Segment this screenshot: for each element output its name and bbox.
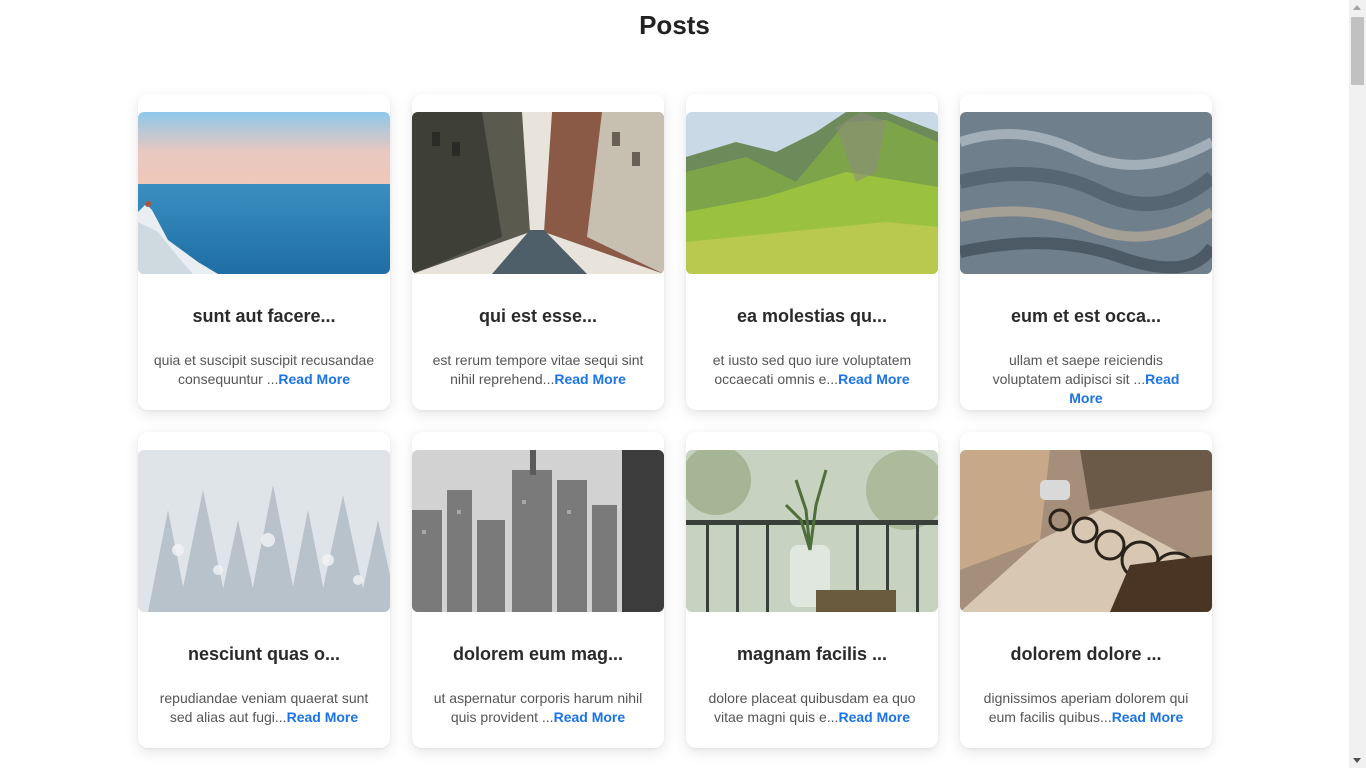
post-excerpt: dolore placeat quibusdam ea quo vitae ma… (700, 689, 924, 727)
post-card[interactable]: magnam facilis ... dolore placeat quibus… (686, 432, 938, 748)
post-excerpt: repudiandae veniam quaerat sunt sed alia… (152, 689, 376, 727)
post-excerpt-text: ullam et saepe reiciendis voluptatem adi… (992, 352, 1164, 387)
post-card[interactable]: qui est esse... est rerum tempore vitae … (412, 94, 664, 410)
post-title: nesciunt quas o... (187, 644, 341, 664)
post-excerpt: dignissimos aperiam dolorem qui eum faci… (974, 689, 1198, 727)
scrollbar-thumb[interactable] (1351, 17, 1364, 85)
read-more-link[interactable]: Read More (838, 709, 910, 725)
post-card[interactable]: sunt aut facere... quia et suscipit susc… (138, 94, 390, 410)
water-texture-image[interactable] (960, 112, 1212, 274)
scroll-up-icon[interactable] (1353, 5, 1361, 10)
read-more-link[interactable]: Read More (554, 709, 626, 725)
vertical-scrollbar[interactable] (1349, 0, 1366, 768)
post-excerpt: est rerum tempore vitae sequi sint nihil… (426, 351, 650, 389)
post-excerpt: et iusto sed quo iure voluptatem occaeca… (700, 351, 924, 389)
post-title: sunt aut facere... (192, 306, 336, 326)
posts-grid: sunt aut facere... quia et suscipit susc… (138, 94, 1212, 748)
post-excerpt: quia et suscipit suscipit recusandae con… (152, 351, 376, 389)
bicycle-street-image[interactable] (960, 450, 1212, 612)
post-card[interactable]: nesciunt quas o... repudiandae veniam qu… (138, 432, 390, 748)
read-more-link[interactable]: Read More (838, 371, 910, 387)
scroll-down-icon[interactable] (1353, 758, 1361, 763)
snowy-forest-image[interactable] (138, 450, 390, 612)
post-card[interactable]: dolorem eum mag... ut aspernatur corpori… (412, 432, 664, 748)
post-excerpt: ut aspernatur corporis harum nihil quis … (426, 689, 650, 727)
read-more-link[interactable]: Read More (287, 709, 359, 725)
city-street-image[interactable] (412, 112, 664, 274)
post-title: dolorem dolore ... (1010, 644, 1162, 664)
post-card[interactable]: dolorem dolore ... dignissimos aperiam d… (960, 432, 1212, 748)
read-more-link[interactable]: Read More (278, 371, 350, 387)
balcony-plant-image[interactable] (686, 450, 938, 612)
post-card[interactable]: ea molestias qu... et iusto sed quo iure… (686, 94, 938, 410)
post-title: eum et est occa... (1010, 306, 1162, 326)
read-more-link[interactable]: Read More (554, 371, 626, 387)
page-title: Posts (639, 10, 710, 40)
green-mountain-image[interactable] (686, 112, 938, 274)
post-title: ea molestias qu... (736, 306, 888, 326)
post-title: dolorem eum mag... (452, 644, 624, 664)
read-more-link[interactable]: Read More (1112, 709, 1184, 725)
post-card[interactable]: eum et est occa... ullam et saepe reicie… (960, 94, 1212, 410)
post-excerpt: ullam et saepe reiciendis voluptatem adi… (974, 351, 1198, 408)
city-skyline-image[interactable] (412, 450, 664, 612)
sea-cliff-image[interactable] (138, 112, 390, 274)
post-title: magnam facilis ... (736, 644, 888, 664)
post-title: qui est esse... (478, 306, 598, 326)
